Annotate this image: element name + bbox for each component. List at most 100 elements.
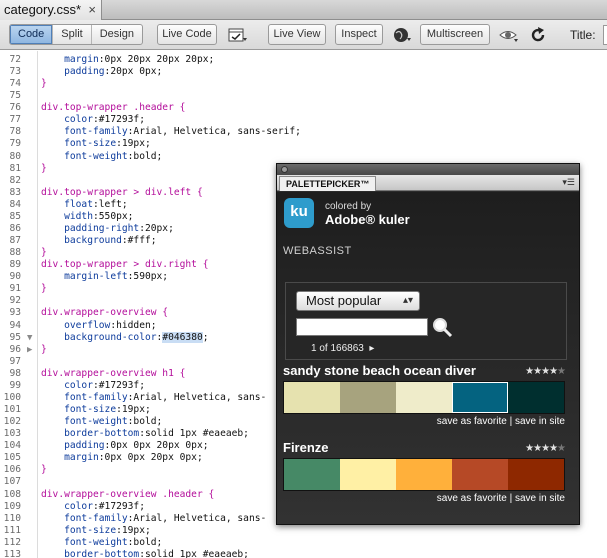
line-number: 101 bbox=[3, 404, 21, 416]
star-icon[interactable]: ★ bbox=[541, 366, 550, 377]
line-number: 93 bbox=[9, 307, 21, 319]
line-number: 78 bbox=[9, 126, 21, 138]
sort-select[interactable]: Most popular ▴▾ bbox=[296, 291, 420, 311]
code-text: border-bottom:solid 1px #eaeaeb; bbox=[64, 548, 249, 558]
code-text: } bbox=[41, 343, 47, 355]
line-number: 90 bbox=[9, 271, 21, 283]
code-line[interactable]: 76 div.top-wrapper .header { bbox=[0, 102, 607, 114]
title-input[interactable] bbox=[603, 25, 607, 45]
code-line[interactable]: 77 color:#17293f; bbox=[0, 114, 607, 126]
star-icon[interactable]: ★ bbox=[533, 366, 542, 377]
code-text: font-weight:bold; bbox=[64, 150, 163, 162]
inspect-button[interactable]: Inspect bbox=[335, 24, 383, 45]
code-line[interactable]: 80 font-weight:bold; bbox=[0, 151, 607, 163]
kuler-logo: ku bbox=[284, 198, 314, 228]
check-browser-compatibility-icon[interactable] bbox=[228, 26, 248, 44]
multiscreen-button[interactable]: Multiscreen bbox=[420, 24, 490, 45]
code-text: padding-right:20px; bbox=[64, 222, 174, 234]
search-area: Most popular ▴▾ 1 of 166863 ▸ bbox=[285, 282, 567, 360]
star-icon[interactable]: ★ bbox=[541, 443, 550, 454]
document-tab[interactable]: category.css* × bbox=[0, 0, 102, 20]
code-text: div.top-wrapper .header { bbox=[41, 102, 186, 114]
code-line[interactable]: 79 font-size:19px; bbox=[0, 138, 607, 150]
code-line[interactable]: 78 font-family:Arial, Helvetica, sans-se… bbox=[0, 126, 607, 138]
code-text: color:#17293f; bbox=[64, 379, 145, 391]
line-number: 72 bbox=[9, 54, 21, 65]
code-line[interactable]: 112 font-weight:bold; bbox=[0, 537, 607, 549]
code-view-button[interactable]: Code bbox=[10, 25, 54, 44]
split-view-button[interactable]: Split bbox=[53, 25, 92, 44]
visual-aids-eye-icon[interactable] bbox=[499, 26, 519, 44]
star-icon[interactable]: ★ bbox=[525, 366, 534, 377]
theme-title[interactable]: sandy stone beach ocean diver bbox=[283, 363, 476, 378]
save-in-site-link[interactable]: save in site bbox=[515, 416, 565, 427]
line-number: 103 bbox=[3, 428, 21, 440]
save-in-site-link[interactable]: save in site bbox=[515, 493, 565, 504]
save-as-favorite-link[interactable]: save as favorite bbox=[437, 416, 507, 427]
panel-title-bar[interactable] bbox=[277, 164, 579, 175]
line-number: 105 bbox=[3, 452, 21, 464]
color-swatch[interactable] bbox=[284, 382, 340, 413]
color-swatch[interactable] bbox=[452, 459, 508, 490]
color-swatch[interactable] bbox=[340, 382, 396, 413]
line-number: 106 bbox=[3, 464, 21, 476]
color-swatch[interactable] bbox=[340, 459, 396, 490]
line-number: 88 bbox=[9, 247, 21, 259]
line-number: 100 bbox=[3, 391, 21, 403]
line-number: 99 bbox=[9, 379, 21, 391]
line-number: 102 bbox=[3, 416, 21, 428]
code-line[interactable]: 113 border-bottom:solid 1px #eaeaeb; bbox=[0, 549, 607, 558]
design-view-button[interactable]: Design bbox=[92, 25, 142, 44]
code-text: div.top-wrapper > div.left { bbox=[41, 186, 203, 198]
close-tab-icon[interactable]: × bbox=[88, 0, 96, 20]
theme-swatches bbox=[283, 458, 565, 491]
code-text: div.top-wrapper > div.right { bbox=[41, 259, 209, 271]
code-line[interactable]: 75 bbox=[0, 90, 607, 102]
live-code-button[interactable]: Live Code bbox=[157, 24, 217, 45]
star-icon[interactable]: ★ bbox=[557, 443, 566, 454]
code-line[interactable]: 73 padding:20px 0px; bbox=[0, 66, 607, 78]
palette-picker-tab[interactable]: PALETTEPICKER™ bbox=[279, 176, 377, 191]
search-icon[interactable] bbox=[431, 316, 453, 338]
live-view-button[interactable]: Live View bbox=[268, 24, 326, 45]
adobe-kuler-label: Adobe® kuler bbox=[325, 212, 410, 227]
color-swatch[interactable] bbox=[396, 459, 452, 490]
search-input[interactable] bbox=[296, 318, 428, 336]
star-icon[interactable]: ★ bbox=[557, 366, 566, 377]
code-line[interactable]: 72 margin:0px 20px 20px 20px; bbox=[0, 54, 607, 66]
code-text: div.wrapper-overview h1 { bbox=[41, 367, 186, 379]
star-icon[interactable]: ★ bbox=[549, 443, 558, 454]
line-number: 85 bbox=[9, 210, 21, 222]
star-icon[interactable]: ★ bbox=[549, 366, 558, 377]
fold-toggle-icon[interactable]: ▼ bbox=[27, 332, 37, 344]
code-text: background:#fff; bbox=[64, 235, 157, 247]
color-swatch[interactable] bbox=[284, 459, 340, 490]
fold-toggle-icon[interactable]: ▶ bbox=[27, 344, 37, 356]
star-icon[interactable]: ★ bbox=[525, 443, 534, 454]
sort-select-value: Most popular bbox=[306, 293, 382, 308]
line-number: 95 bbox=[9, 331, 21, 343]
star-icon[interactable]: ★ bbox=[533, 443, 542, 454]
color-swatch[interactable] bbox=[396, 382, 452, 413]
webassist-logo: WEBASSIST bbox=[283, 245, 352, 257]
color-swatch[interactable] bbox=[508, 459, 564, 490]
panel-body: ku colored by Adobe® kuler WEBASSIST Mos… bbox=[277, 192, 579, 524]
preview-in-browser-globe-icon[interactable] bbox=[392, 26, 412, 44]
next-page-icon[interactable]: ▸ bbox=[367, 343, 374, 354]
panel-options-menu-icon[interactable]: ▾☰ bbox=[562, 177, 575, 188]
code-line[interactable]: 74} bbox=[0, 78, 607, 90]
theme-rating[interactable]: ★★★★★ bbox=[525, 366, 566, 377]
line-number: 79 bbox=[9, 138, 21, 150]
refresh-icon[interactable] bbox=[529, 26, 549, 44]
pager[interactable]: 1 of 166863 ▸ bbox=[311, 343, 374, 354]
theme-rating[interactable]: ★★★★★ bbox=[525, 443, 566, 454]
code-text: font-family:Arial, Helvetica, sans- bbox=[64, 391, 267, 403]
color-swatch[interactable] bbox=[452, 382, 508, 413]
code-text: margin:0px 0px 20px 0px; bbox=[64, 452, 203, 464]
color-swatch[interactable] bbox=[508, 382, 564, 413]
save-as-favorite-link[interactable]: save as favorite bbox=[437, 493, 507, 504]
code-line[interactable]: 111 font-size:19px; bbox=[0, 525, 607, 537]
panel-close-icon[interactable] bbox=[281, 166, 288, 173]
line-number: 113 bbox=[3, 548, 21, 558]
theme-title[interactable]: Firenze bbox=[283, 440, 329, 455]
